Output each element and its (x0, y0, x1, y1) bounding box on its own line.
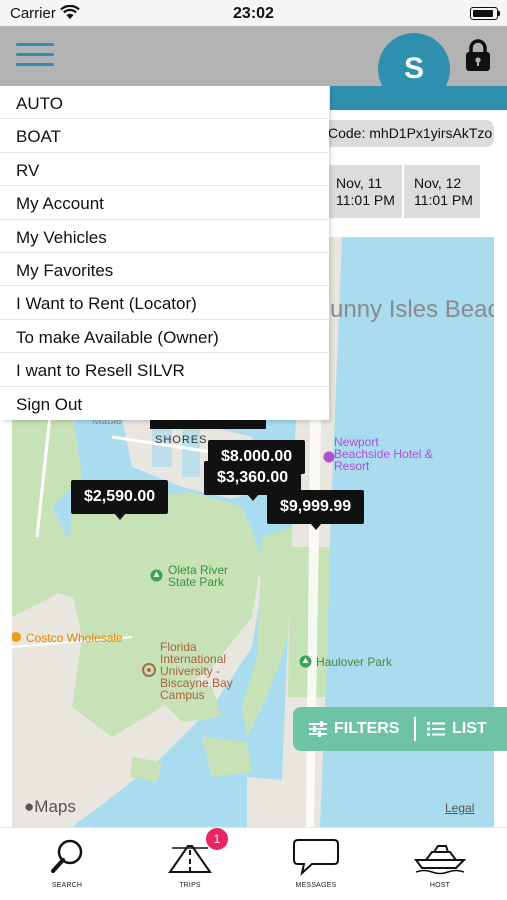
sliders-icon (309, 721, 327, 742)
maps-attribution: ●Maps (24, 797, 76, 817)
oleta-park-label: Oleta River State Park (168, 563, 229, 589)
price-tag[interactable]: $2,590.00 (71, 480, 169, 520)
end-date-day: Nov, 12 (414, 175, 462, 191)
status-time: 23:02 (233, 5, 274, 22)
menu-item-boat[interactable]: BOAT (0, 119, 329, 153)
filter-bar: FILTERS LIST (293, 707, 507, 751)
speech-bubble-icon (293, 839, 339, 876)
haulover-park-label: Haulover Park (316, 655, 393, 669)
end-date-time: 11:01 PM (414, 192, 473, 208)
menu-item-sign-out[interactable]: Sign Out (0, 387, 329, 420)
shores-label: SHORES (155, 434, 208, 446)
sunny-isles-label: Sunny Isles Beach (314, 296, 494, 323)
price-tag[interactable]: $9,999.99 (267, 490, 365, 530)
legal-link[interactable]: Legal (445, 801, 474, 815)
menu-item-my-favorites[interactable]: My Favorites (0, 253, 329, 287)
start-date-box[interactable]: Nov, 11 11:01 PM (326, 165, 402, 218)
list-label: LIST (452, 720, 487, 737)
tab-search[interactable]: SEARCH (27, 836, 107, 896)
fiu-label: Florida International University - Bisca… (160, 640, 233, 702)
battery-nub (498, 11, 500, 16)
lock-icon[interactable] (465, 38, 491, 77)
list-icon (427, 721, 445, 742)
trips-badge: 1 (206, 828, 228, 850)
tab-host-label: HOST (429, 882, 451, 889)
tab-messages[interactable]: MESSAGES (276, 836, 356, 896)
hamburger-menu-icon[interactable] (16, 42, 54, 68)
booking-code: Code: mhD1Px1yirsAkTzo (318, 120, 494, 147)
list-button[interactable]: LIST (416, 707, 507, 751)
tab-search-label: SEARCH (51, 882, 83, 889)
filters-label: FILTERS (334, 720, 400, 737)
tab-bar: SEARCH TRIPS MESSAGES HOST (0, 827, 507, 900)
menu-item-rv[interactable]: RV (0, 153, 329, 187)
menu-item-resell[interactable]: I want to Resell SILVR (0, 353, 329, 387)
tab-host[interactable]: HOST (400, 836, 480, 896)
side-menu: AUTO BOAT RV My Account My Vehicles My F… (0, 86, 329, 420)
magnifier-icon (51, 839, 83, 873)
filters-button[interactable]: FILTERS (293, 707, 414, 751)
menu-item-my-vehicles[interactable]: My Vehicles (0, 220, 329, 253)
menu-item-make-available[interactable]: To make Available (Owner) (0, 320, 329, 354)
menu-item-rent-locator[interactable]: I Want to Rent (Locator) (0, 286, 329, 320)
maps-attribution-text: Maps (34, 797, 76, 816)
avatar[interactable]: S (378, 33, 450, 105)
tab-trips-label: TRIPS (179, 882, 201, 889)
end-date-box[interactable]: Nov, 12 11:01 PM (404, 165, 480, 218)
costco-label: Costco Wholesale (26, 631, 123, 645)
start-date-time: 11:01 PM (336, 192, 395, 208)
tab-messages-label: MESSAGES (295, 882, 337, 889)
newport-hotel-label: Newport Beachside Hotel & Resort (334, 435, 433, 473)
apple-logo-icon: ● (24, 797, 35, 816)
start-date-day: Nov, 11 (336, 175, 383, 191)
menu-item-my-account[interactable]: My Account (0, 186, 329, 220)
battery-icon (470, 7, 498, 20)
yacht-icon (414, 845, 466, 875)
road-icon (168, 845, 212, 873)
menu-item-auto[interactable]: AUTO (0, 86, 329, 120)
